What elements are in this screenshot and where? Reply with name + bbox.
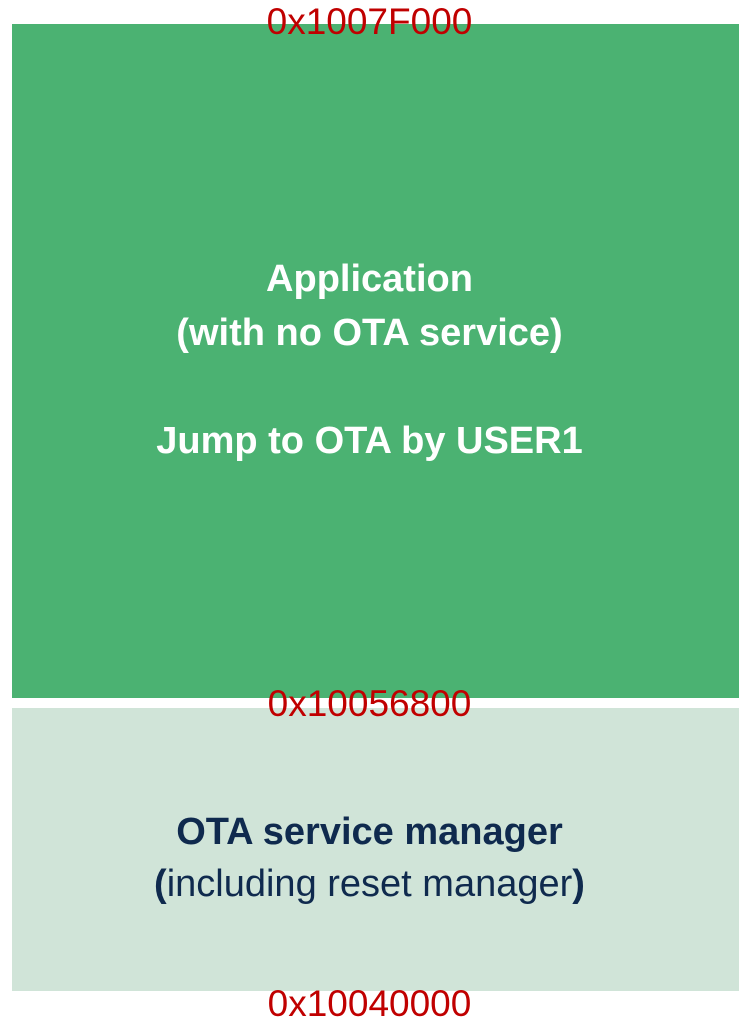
application-title: Application [266, 258, 473, 300]
application-subtitle: (with no OTA service) [176, 312, 563, 354]
ota-subtitle: including reset manager [166, 863, 573, 905]
label-spacer [0, 360, 739, 414]
ota-label: OTA service manager (including reset man… [0, 806, 739, 910]
ota-open-paren: ( [154, 863, 167, 905]
ota-subtitle-line: (including reset manager) [0, 858, 739, 910]
application-label: Application (with no OTA service) Jump t… [0, 252, 739, 468]
application-jump-note: Jump to OTA by USER1 [156, 420, 583, 462]
address-bottom-label: 0x10040000 [267, 983, 472, 1024]
address-top-label: 0x1007F000 [266, 1, 473, 42]
address-middle-label: 0x10056800 [267, 683, 472, 724]
ota-close-paren: ) [572, 863, 585, 905]
ota-title: OTA service manager [176, 811, 563, 853]
